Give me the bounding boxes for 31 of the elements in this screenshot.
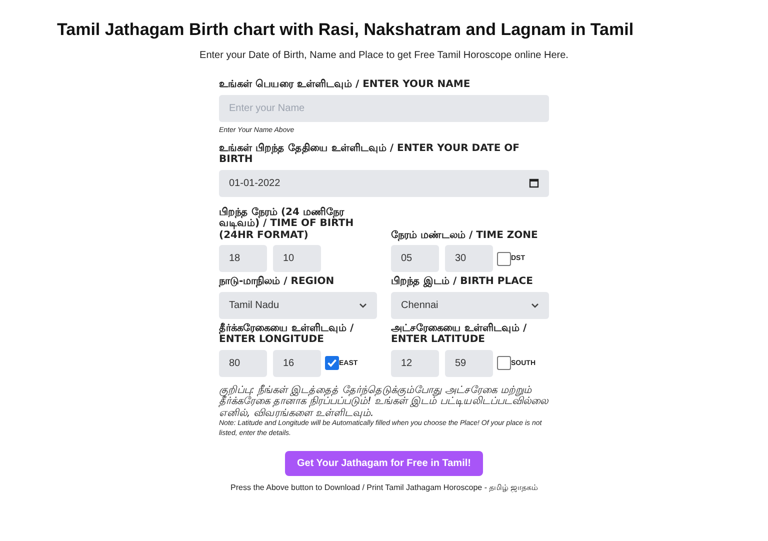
note-text: குறிப்பு: நீங்கள் இடத்தைத் தேர்ந்தெடுக்கும்போது அட்சரேகை மற்றும் தீர்க்கரேகை தானாக நிரப்பப்படும்! உங்கள் இடம் பட்டியலிடப்படவில்லை எனில், விவரங்களை உள்ளிடவும். <box>219 384 549 419</box>
minute-input[interactable]: 10 <box>273 245 321 272</box>
chevron-down-icon <box>359 302 367 308</box>
degrees-input[interactable]: 12 <box>391 350 439 376</box>
hour-input[interactable]: 05 <box>391 245 439 272</box>
birth-place-select[interactable]: Chennai <box>391 292 549 318</box>
field-label: உங்கள் பிறந்த தேதியை உள்ளிடவும் / ENTER YOUR DATE OF BIRTH <box>219 142 521 166</box>
page-title: Tamil Jathagam Birth chart with Rasi, Nakshatram and Lagnam in Tamil <box>57 20 634 40</box>
minutes-input[interactable]: 16 <box>273 350 321 376</box>
footer-text: Press the Above button to Download / Print Tamil Jathagam Horoscope - தமிழ் ஜாதகம் <box>230 482 538 493</box>
field-label: தீர்க்கரேகையை உள்ளிடவும் / ENTER LONGITUDE <box>219 322 355 346</box>
field-label: அட்சரேகையை உள்ளிடவும் / ENTER LATITUDE <box>391 322 528 346</box>
name-input[interactable]: Enter your Name <box>219 94 549 122</box>
date-input[interactable]: 01-01-2022 <box>219 170 549 196</box>
field-label: உங்கள் பெயரை உள்ளிடவும் / ENTER YOUR NAME <box>219 79 472 90</box>
degrees-input[interactable]: 80 <box>219 350 267 376</box>
direction-checkbox[interactable] <box>325 356 339 370</box>
field-label: பிறந்த இடம் / BIRTH PLACE <box>391 276 534 288</box>
field-label: பிறந்த நேரம் (24 மணிநேர வடிவம்) / TIME OF BIRTH (24HR FORMAT) <box>219 206 355 241</box>
page-subtitle: Enter your Date of Birth, Name and Place to get Free Tamil Horoscope online Here. <box>200 50 568 61</box>
region-select[interactable]: Tamil Nadu <box>219 292 377 318</box>
minute-input[interactable]: 30 <box>445 245 493 272</box>
field-label: நேரம் மண்டலம் / TIME ZONE <box>391 230 539 241</box>
calendar-icon <box>529 178 539 188</box>
submit-button[interactable]: Get Your Jathagam for Free in Tamil! <box>285 450 483 476</box>
hour-input[interactable]: 18 <box>219 245 267 272</box>
chevron-down-icon <box>531 302 539 308</box>
field-label: நாடு-மாநிலம் / REGION <box>219 276 336 288</box>
dst-checkbox[interactable] <box>497 252 511 266</box>
minutes-input[interactable]: 59 <box>445 350 493 376</box>
direction-checkbox[interactable] <box>497 356 511 370</box>
